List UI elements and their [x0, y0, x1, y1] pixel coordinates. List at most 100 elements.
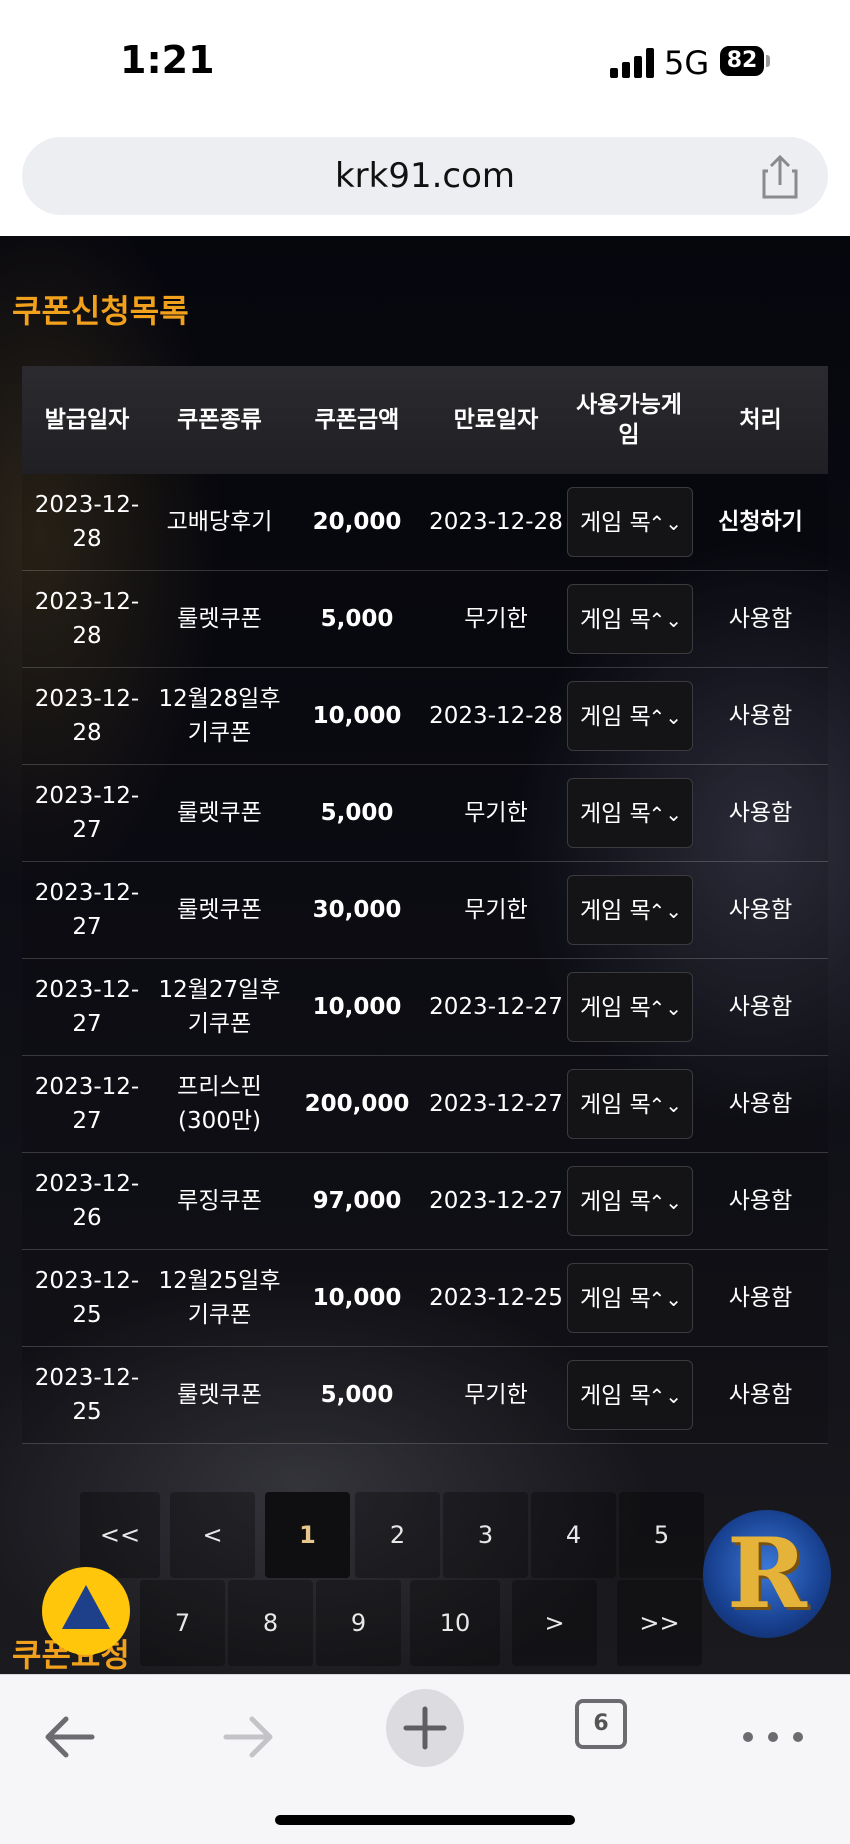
cell-action-status: 사용함	[693, 764, 828, 862]
section-title: 쿠폰신청목록	[12, 292, 189, 330]
floating-logo-button[interactable]: R	[703, 1510, 831, 1638]
cell-issued: 2023-12-28	[22, 570, 152, 668]
game-select-value: 게임 목	[580, 607, 651, 633]
cell-action-status: 사용함	[693, 1055, 828, 1153]
game-select-value: 게임 목	[580, 1189, 651, 1215]
game-select[interactable]: 게임 목 ⌃⌄	[567, 1360, 693, 1430]
cell-expires: 2023-12-28	[427, 667, 565, 765]
table-row: 2023-12-25 룰렛쿠폰 5,000 무기한 게임 목 ⌃⌄ 사용함	[22, 1346, 828, 1444]
chevron-updown-icon: ⌃⌄	[648, 511, 682, 535]
cell-issued: 2023-12-27	[22, 1055, 152, 1153]
game-select[interactable]: 게임 목 ⌃⌄	[567, 487, 693, 557]
cell-amount: 10,000	[287, 1249, 427, 1347]
page-2-button[interactable]: 2	[355, 1492, 440, 1578]
cell-issued: 2023-12-27	[22, 958, 152, 1056]
share-icon[interactable]	[760, 155, 800, 199]
page-first-button[interactable]: <<	[80, 1492, 160, 1578]
cell-game: 게임 목 ⌃⌄	[565, 1249, 693, 1347]
url-text[interactable]: krk91.com	[22, 137, 828, 215]
game-select[interactable]: 게임 목 ⌃⌄	[567, 1263, 693, 1333]
cell-type: 12월28일후기쿠폰	[152, 667, 287, 765]
page-5-button[interactable]: 5	[619, 1492, 704, 1578]
table-row: 2023-12-28 룰렛쿠폰 5,000 무기한 게임 목 ⌃⌄ 사용함	[22, 570, 828, 668]
cell-game: 게임 목 ⌃⌄	[565, 1152, 693, 1250]
page-4-button[interactable]: 4	[531, 1492, 616, 1578]
chevron-updown-icon: ⌃⌄	[648, 608, 682, 632]
cell-amount: 30,000	[287, 861, 427, 959]
forward-arrow-icon[interactable]	[218, 1697, 278, 1777]
cell-action-status: 사용함	[693, 667, 828, 765]
cell-action-status: 사용함	[693, 861, 828, 959]
page-10-button[interactable]: 10	[410, 1580, 500, 1666]
tab-switcher-button[interactable]: 6	[575, 1699, 627, 1749]
header-amount: 쿠폰금액	[287, 366, 427, 474]
page-3-button[interactable]: 3	[443, 1492, 528, 1578]
new-tab-plus-icon[interactable]	[386, 1689, 464, 1767]
chevron-updown-icon: ⌃⌄	[648, 705, 682, 729]
battery-icon: 82	[720, 46, 764, 76]
more-dots-icon[interactable]	[738, 1697, 808, 1777]
chevron-updown-icon: ⌃⌄	[648, 899, 682, 923]
cell-issued: 2023-12-28	[22, 474, 152, 571]
page-1-button[interactable]: 1	[265, 1492, 350, 1578]
game-select[interactable]: 게임 목 ⌃⌄	[567, 1069, 693, 1139]
table-row: 2023-12-28 고배당후기 20,000 2023-12-28 게임 목 ⌃…	[22, 474, 828, 571]
game-select[interactable]: 게임 목 ⌃⌄	[567, 681, 693, 751]
page-last-button[interactable]: >>	[617, 1580, 702, 1666]
cell-expires: 2023-12-25	[427, 1249, 565, 1347]
cell-type: 룰렛쿠폰	[152, 764, 287, 862]
scroll-top-button[interactable]	[42, 1567, 130, 1655]
address-bar[interactable]: krk91.com	[22, 137, 828, 215]
chevron-updown-icon: ⌃⌄	[648, 1384, 682, 1408]
status-time: 1:21	[120, 38, 215, 82]
page-7-button[interactable]: 7	[140, 1580, 225, 1666]
arrow-up-icon	[62, 1585, 110, 1629]
cell-type: 12월27일후기쿠폰	[152, 958, 287, 1056]
game-select-value: 게임 목	[580, 995, 651, 1021]
game-select[interactable]: 게임 목 ⌃⌄	[567, 778, 693, 848]
game-select[interactable]: 게임 목 ⌃⌄	[567, 1166, 693, 1236]
game-select-value: 게임 목	[580, 510, 651, 536]
cell-expires: 무기한	[427, 1346, 565, 1444]
apply-button[interactable]: 신청하기	[693, 474, 828, 571]
signal-icon	[610, 48, 654, 78]
game-select[interactable]: 게임 목 ⌃⌄	[567, 584, 693, 654]
header-expires: 만료일자	[427, 366, 565, 474]
r-logo-icon: R	[727, 1517, 807, 1630]
cell-amount: 5,000	[287, 1346, 427, 1444]
cell-type: 프리스핀(300만)	[152, 1055, 287, 1153]
cell-action-status: 사용함	[693, 570, 828, 668]
home-indicator	[275, 1815, 575, 1825]
game-select-value: 게임 목	[580, 1092, 651, 1118]
cell-type: 고배당후기	[152, 474, 287, 571]
game-select-value: 게임 목	[580, 704, 651, 730]
header-type: 쿠폰종류	[152, 366, 287, 474]
cell-type: 룰렛쿠폰	[152, 570, 287, 668]
page-next-button[interactable]: >	[512, 1580, 597, 1666]
cell-action-status: 사용함	[693, 958, 828, 1056]
game-select[interactable]: 게임 목 ⌃⌄	[567, 875, 693, 945]
cell-action-status: 사용함	[693, 1152, 828, 1250]
chevron-updown-icon: ⌃⌄	[648, 1093, 682, 1117]
cell-issued: 2023-12-25	[22, 1249, 152, 1347]
cell-expires: 2023-12-27	[427, 1152, 565, 1250]
cell-expires: 2023-12-27	[427, 1055, 565, 1153]
page-9-button[interactable]: 9	[316, 1580, 401, 1666]
page-prev-button[interactable]: <	[170, 1492, 255, 1578]
page-8-button[interactable]: 8	[228, 1580, 313, 1666]
cell-amount: 20,000	[287, 474, 427, 571]
table-row: 2023-12-27 12월27일후기쿠폰 10,000 2023-12-27 …	[22, 958, 828, 1056]
cell-game: 게임 목 ⌃⌄	[565, 958, 693, 1056]
header-issued: 발급일자	[22, 366, 152, 474]
cell-game: 게임 목 ⌃⌄	[565, 1055, 693, 1153]
back-arrow-icon[interactable]	[40, 1697, 100, 1777]
cell-game: 게임 목 ⌃⌄	[565, 570, 693, 668]
game-select[interactable]: 게임 목 ⌃⌄	[567, 972, 693, 1042]
cell-game: 게임 목 ⌃⌄	[565, 764, 693, 862]
cell-type: 룰렛쿠폰	[152, 1346, 287, 1444]
cell-game: 게임 목 ⌃⌄	[565, 1346, 693, 1444]
cell-amount: 97,000	[287, 1152, 427, 1250]
chevron-updown-icon: ⌃⌄	[648, 1190, 682, 1214]
cell-type: 12월25일후기쿠폰	[152, 1249, 287, 1347]
cell-issued: 2023-12-27	[22, 764, 152, 862]
